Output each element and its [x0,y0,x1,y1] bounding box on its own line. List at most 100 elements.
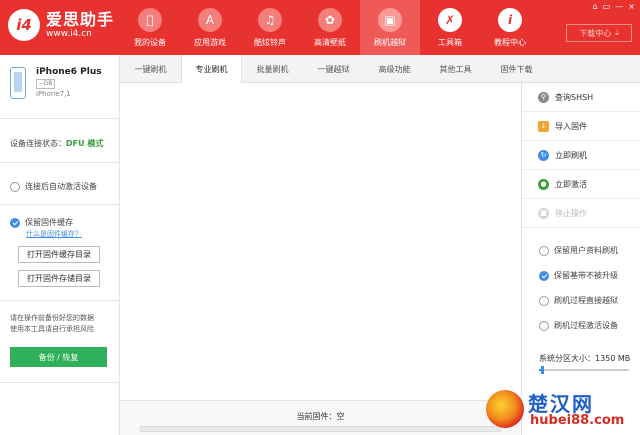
sidebar: iPhone6 Plus --GB iPhone7,1 设备连接状态：DFU 模… [0,55,120,435]
apple-icon:  [138,8,162,32]
radio-icon [539,295,549,306]
divider [0,204,119,205]
import-firmware-button[interactable]: ↓ 导入固件 [522,112,640,141]
watermark-logo-icon [486,390,524,428]
partition-size-label: 系统分区大小：1350 MB [539,354,631,363]
nav-label: 教程中心 [494,38,526,47]
app-store-icon: A [198,8,222,32]
search-icon: ⚲ [538,91,549,103]
option-keep-user-data[interactable]: 保留用户资料刷机 [539,245,618,256]
logo-url: www.i4.cn [46,28,92,39]
radio-icon [539,320,549,331]
globe-icon: ● [538,178,549,190]
flash-now-button[interactable]: ↻ 立即刷机 [522,141,640,170]
nav-flash-jailbreak[interactable]: ▣ 刷机越狱 [360,0,420,55]
action-label: 导入固件 [555,121,587,131]
nav-wallpapers[interactable]: ✿ 高清壁纸 [300,0,360,55]
divider [0,382,119,383]
query-shsh-button[interactable]: ⚲ 查询SHSH [522,83,640,112]
action-panel: ⚲ 查询SHSH ↓ 导入固件 ↻ 立即刷机 ● 立即激活 ■ 停止操作 保留用… [521,83,640,435]
nav-label: 工具箱 [438,38,462,47]
tab-one-click-jailbreak[interactable]: 一键越狱 [303,55,364,83]
download-icon: ⤓ [615,28,619,37]
status-label: 设备连接状态： [10,139,66,148]
action-label: 立即激活 [555,179,587,189]
slider-handle[interactable] [540,366,544,374]
logo-name: 爱思助手 [46,9,115,29]
box-icon: ▣ [378,8,402,32]
backup-restore-button[interactable]: 备份 / 恢复 [10,347,107,367]
stop-icon: ■ [538,207,549,219]
tools-icon: ✗ [438,8,462,32]
nav-label: 应用游戏 [194,38,226,47]
option-jailbreak-during-flash[interactable]: 刷机过程直接越狱 [539,295,618,306]
tab-advanced[interactable]: 高级功能 [364,55,425,83]
option-label: 刷机过程激活设备 [554,321,618,330]
firmware-list-area[interactable] [120,83,521,400]
download-center-button[interactable]: 下载中心 ⤓ [566,24,632,42]
app-logo: i4 爱思助手 www.i4.cn [8,9,114,41]
logo-icon: i4 [8,9,40,41]
checked-icon [539,270,549,281]
info-icon: i [498,8,522,32]
keep-cache-option[interactable]: 保留固件缓存 [10,217,73,228]
current-firmware-label: 当前固件：空 [296,412,345,421]
tab-bar: 一键刷机 专业刷机 批量刷机 一键越狱 高级功能 其他工具 固件下载 [120,55,640,84]
firmware-status-bar: 当前固件：空 [120,400,521,435]
option-keep-baseband[interactable]: 保留基带不被升级 [539,270,618,281]
warning-line: 使用本工具请自行承担风险 [10,325,94,333]
what-is-cache-link[interactable]: 什么是固件缓存？ [26,229,82,239]
nav-label: 我的设备 [134,38,166,47]
tab-batch-flash[interactable]: 批量刷机 [242,55,303,83]
action-label: 停止操作 [555,208,587,218]
nav-label: 高清壁纸 [314,38,346,47]
stop-operation-button[interactable]: ■ 停止操作 [522,199,640,228]
close-icon[interactable]: × [628,2,635,11]
open-cache-dir-button[interactable]: 打开固件缓存目录 [18,246,100,263]
option-label: 保留基带不被升级 [554,271,618,280]
device-capacity: --GB [36,79,56,89]
minimize-icon[interactable]: — [615,2,623,11]
home-icon[interactable]: ⌂ [593,2,598,11]
checked-icon [10,217,20,228]
watermark-url: hubei88.com [530,413,625,428]
nav-label: 酷炫铃声 [254,38,286,47]
download-center-label: 下载中心 [579,28,612,38]
divider [0,162,119,163]
device-name: iPhone6 Plus [36,67,102,77]
phone-icon [10,67,26,99]
restore-icon[interactable]: ▭ [603,2,611,11]
bell-icon: ♫ [258,8,282,32]
nav-my-device[interactable]:  我的设备 [120,0,180,55]
divider [0,118,119,119]
option-activate-during-flash[interactable]: 刷机过程激活设备 [539,320,618,331]
divider [0,300,119,301]
tab-other-tools[interactable]: 其他工具 [425,55,486,83]
device-card: iPhone6 Plus --GB iPhone7,1 [10,67,102,99]
option-label: 刷机过程直接越狱 [554,296,618,305]
auto-activate-label: 连接后自动激活设备 [25,182,97,191]
window-controls: ⌂ ▭ — × [593,2,635,11]
nav-toolbox[interactable]: ✗ 工具箱 [420,0,480,55]
option-label: 保留用户资料刷机 [554,246,618,255]
partition-size-slider[interactable] [539,366,629,374]
tab-pro-flash[interactable]: 专业刷机 [181,55,242,84]
auto-activate-option[interactable]: 连接后自动激活设备 [10,181,97,192]
nav-label: 刷机越狱 [374,38,406,47]
action-label: 查询SHSH [555,92,594,102]
nav-tutorials[interactable]: i 教程中心 [480,0,540,55]
activate-now-button[interactable]: ● 立即激活 [522,170,640,199]
connection-status: 设备连接状态：DFU 模式 [10,138,103,149]
tab-firmware-download[interactable]: 固件下载 [486,55,547,83]
tab-one-click-flash[interactable]: 一键刷机 [120,55,181,83]
nav-apps-games[interactable]: A 应用游戏 [180,0,240,55]
radio-icon [539,245,549,256]
warning-line: 请在操作前备份好您的数据 [10,314,94,322]
radio-icon [10,181,20,192]
open-store-dir-button[interactable]: 打开固件存储目录 [18,270,100,287]
keep-cache-label: 保留固件缓存 [25,218,73,227]
site-watermark: 楚汉网 hubei88.com [486,388,638,432]
nav-ringtones[interactable]: ♫ 酷炫铃声 [240,0,300,55]
action-label: 立即刷机 [555,150,587,160]
device-model: iPhone7,1 [36,90,71,98]
